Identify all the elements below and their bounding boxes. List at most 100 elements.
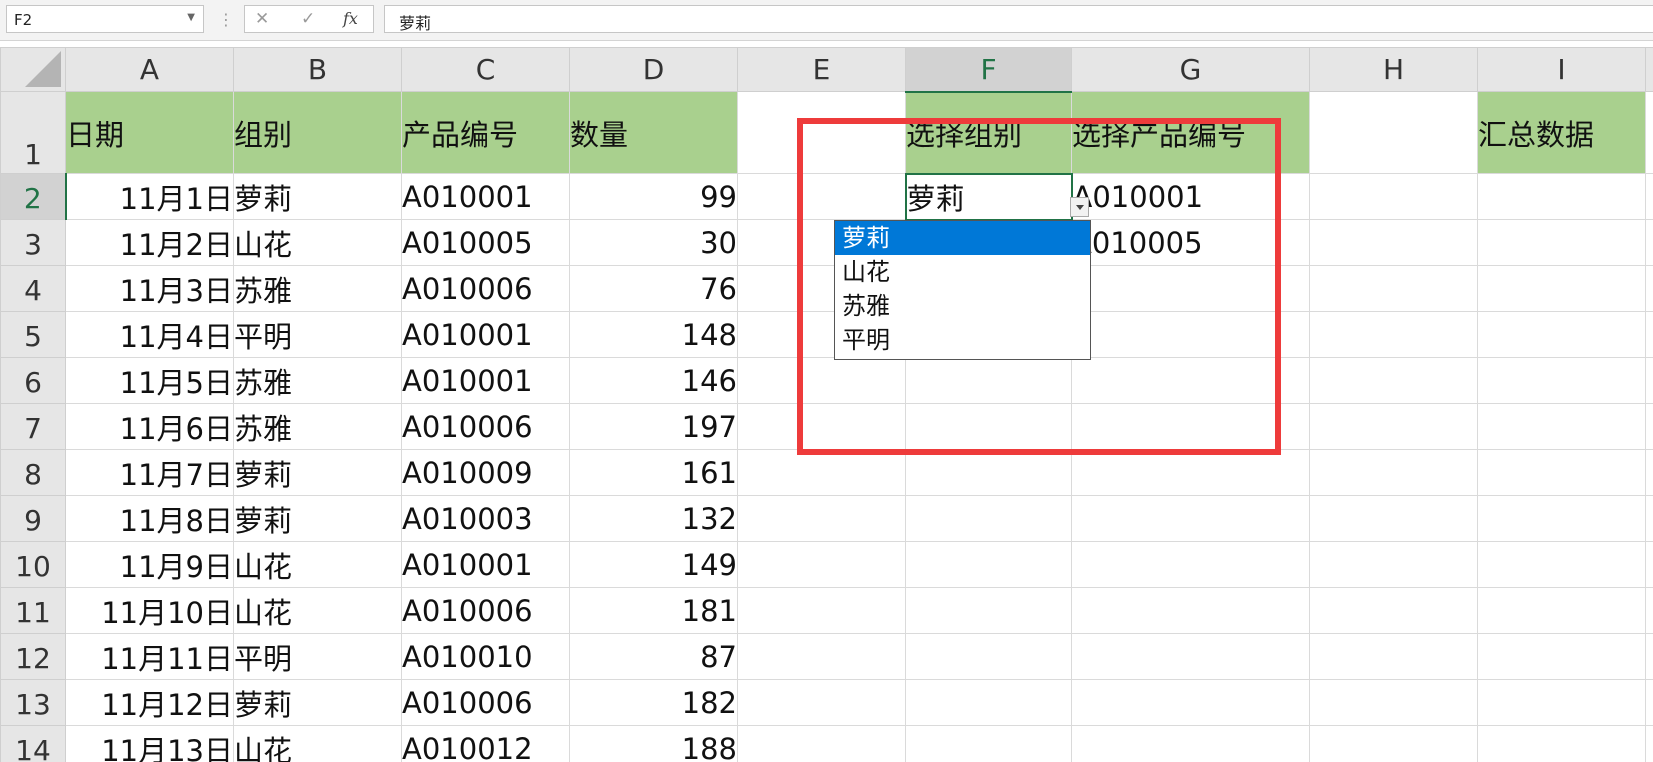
cell-g[interactable] — [1071, 587, 1310, 634]
cell-g[interactable] — [1071, 725, 1310, 762]
cell-e[interactable] — [737, 633, 906, 680]
cell-qty[interactable]: 148 — [569, 311, 738, 358]
formula-input[interactable]: 萝莉 — [384, 5, 1653, 33]
cell-h[interactable] — [1309, 449, 1478, 496]
row-header-1[interactable]: 1 — [0, 91, 66, 174]
cell-f[interactable] — [905, 587, 1072, 634]
cell-i[interactable] — [1477, 403, 1646, 450]
cell-h[interactable] — [1309, 265, 1478, 312]
cell-e[interactable] — [737, 725, 906, 762]
cell-g[interactable] — [1071, 311, 1310, 358]
row-header[interactable]: 5 — [0, 311, 66, 358]
cell-e[interactable] — [737, 587, 906, 634]
cell-product[interactable]: A010006 — [401, 265, 570, 312]
column-header-f[interactable]: F — [905, 47, 1072, 93]
cell-date[interactable]: 11月12日 — [65, 679, 234, 726]
cell-group[interactable]: 平明 — [233, 633, 402, 680]
cancel-icon[interactable]: ✕ — [255, 9, 269, 29]
cell-product[interactable]: A010001 — [401, 541, 570, 588]
dropdown-arrow-icon[interactable] — [1070, 197, 1089, 217]
cell-product[interactable]: A010006 — [401, 679, 570, 726]
cell-qty[interactable]: 188 — [569, 725, 738, 762]
row-header[interactable]: 8 — [0, 449, 66, 496]
cell-e[interactable] — [737, 541, 906, 588]
dropdown-option[interactable]: 萝莉 — [835, 221, 1090, 255]
cell-qty[interactable]: 76 — [569, 265, 738, 312]
cell-qty[interactable]: 161 — [569, 449, 738, 496]
cell-date[interactable]: 11月5日 — [65, 357, 234, 404]
cell-date[interactable]: 11月13日 — [65, 725, 234, 762]
row-header[interactable]: 11 — [0, 587, 66, 634]
row-header[interactable]: 12 — [0, 633, 66, 680]
dropdown-option[interactable]: 平明 — [835, 323, 1090, 357]
cell-product[interactable]: A010010 — [401, 633, 570, 680]
column-header-e[interactable]: E — [737, 47, 906, 92]
cell-c1[interactable]: 产品编号 — [401, 91, 570, 174]
cell-f[interactable] — [905, 449, 1072, 496]
cell-qty[interactable]: 182 — [569, 679, 738, 726]
cell-h[interactable] — [1309, 403, 1478, 450]
cell-e1[interactable] — [737, 91, 906, 174]
cell-g[interactable] — [1071, 541, 1310, 588]
dropdown-option[interactable]: 苏雅 — [835, 289, 1090, 323]
cell-group[interactable]: 山花 — [233, 587, 402, 634]
name-box-dropdown-icon[interactable]: ▼ — [187, 12, 195, 23]
cell-i[interactable] — [1477, 357, 1646, 404]
cell-g[interactable] — [1071, 679, 1310, 726]
cell-e[interactable] — [737, 173, 906, 220]
cell-date[interactable]: 11月1日 — [65, 173, 234, 220]
cell-h[interactable] — [1309, 725, 1478, 762]
column-header-d[interactable]: D — [569, 47, 738, 92]
row-header[interactable]: 6 — [0, 357, 66, 404]
cell-e[interactable] — [737, 357, 906, 404]
insert-function-icon[interactable]: fx — [343, 9, 358, 28]
cell-product[interactable]: A010001 — [401, 173, 570, 220]
cell-f[interactable] — [905, 725, 1072, 762]
row-header[interactable]: 7 — [0, 403, 66, 450]
cell-d1[interactable]: 数量 — [569, 91, 738, 174]
cell-date[interactable]: 11月8日 — [65, 495, 234, 542]
cell-product[interactable]: A010009 — [401, 449, 570, 496]
column-header-g[interactable]: G — [1071, 47, 1310, 92]
cell-group[interactable]: 山花 — [233, 541, 402, 588]
cell-e[interactable] — [737, 449, 906, 496]
cell-product[interactable]: A010005 — [401, 219, 570, 266]
dropdown-option[interactable]: 山花 — [835, 255, 1090, 289]
cell-group[interactable]: 萝莉 — [233, 679, 402, 726]
name-box[interactable]: F2 ▼ — [6, 5, 204, 33]
enter-icon[interactable]: ✓ — [301, 9, 315, 29]
cell-i[interactable] — [1477, 265, 1646, 312]
select-all-corner[interactable] — [0, 47, 66, 92]
column-header-h[interactable]: H — [1309, 47, 1478, 92]
cell-g[interactable] — [1071, 449, 1310, 496]
cell-h[interactable] — [1309, 495, 1478, 542]
cell-qty[interactable]: 146 — [569, 357, 738, 404]
cell-qty[interactable]: 149 — [569, 541, 738, 588]
cell-qty[interactable]: 197 — [569, 403, 738, 450]
cell-i[interactable] — [1477, 633, 1646, 680]
cell-f[interactable] — [905, 541, 1072, 588]
row-header[interactable]: 9 — [0, 495, 66, 542]
cell-group[interactable]: 萝莉 — [233, 495, 402, 542]
cell-h[interactable] — [1309, 633, 1478, 680]
cell-group[interactable]: 苏雅 — [233, 265, 402, 312]
cell-g[interactable] — [1071, 265, 1310, 312]
cell-b1[interactable]: 组别 — [233, 91, 402, 174]
cell-product[interactable]: A010001 — [401, 311, 570, 358]
active-cell-f2[interactable]: 萝莉 — [904, 172, 1073, 221]
cell-date[interactable]: 11月10日 — [65, 587, 234, 634]
column-header-c[interactable]: C — [401, 47, 570, 92]
cell-qty[interactable]: 87 — [569, 633, 738, 680]
cell-i[interactable] — [1477, 173, 1646, 220]
cell-f[interactable] — [905, 679, 1072, 726]
cell-date[interactable]: 11月9日 — [65, 541, 234, 588]
cell-i[interactable] — [1477, 449, 1646, 496]
validation-dropdown-list[interactable]: 萝莉 山花 苏雅 平明 — [834, 220, 1091, 360]
cell-group[interactable]: 苏雅 — [233, 357, 402, 404]
cell-g1[interactable]: 选择产品编号 — [1071, 91, 1310, 174]
cell-group[interactable]: 萝莉 — [233, 449, 402, 496]
cell-g[interactable]: A010001 — [1071, 173, 1310, 220]
cell-product[interactable]: A010006 — [401, 403, 570, 450]
cell-i[interactable] — [1477, 495, 1646, 542]
cell-date[interactable]: 11月7日 — [65, 449, 234, 496]
